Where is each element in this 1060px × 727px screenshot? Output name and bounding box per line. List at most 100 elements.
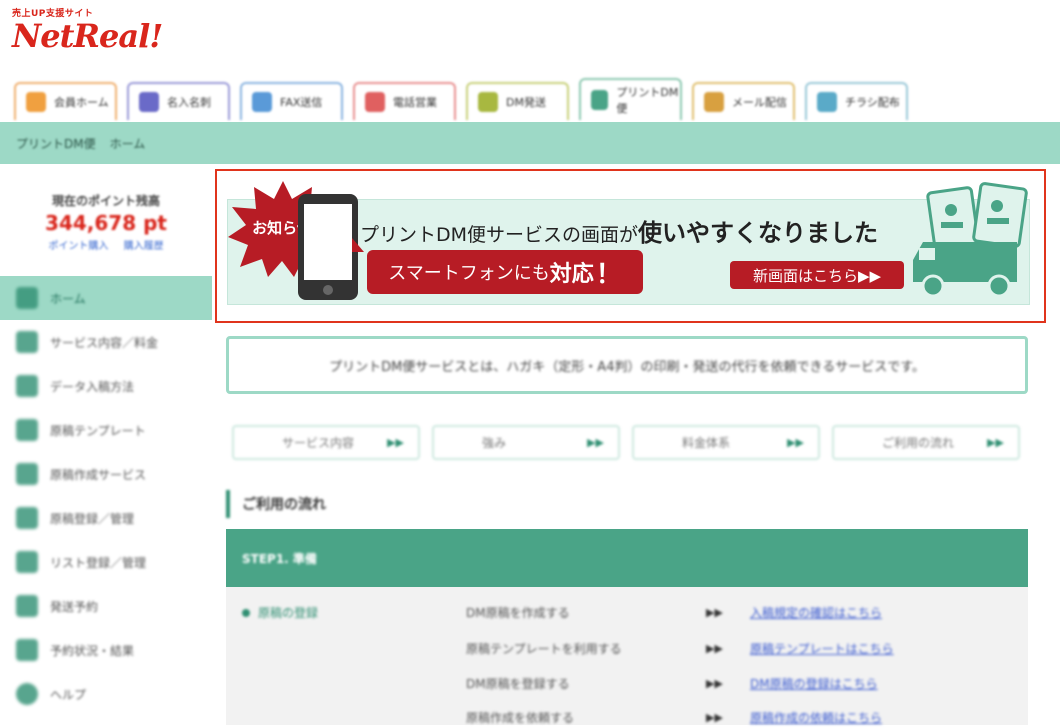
tab-phone-sales[interactable]: 電話営業 (353, 82, 456, 120)
subnav-strength-button[interactable]: 強み ▶▶ (432, 425, 620, 460)
service-tabs: 会員ホーム 名入名刺 FAX送信 電話営業 DM発送 プリントDM便 メール配信… (14, 78, 908, 120)
sub-navigation: サービス内容 ▶▶ 強み ▶▶ 料金体系 ▶▶ ご利用の流れ ▶▶ (232, 425, 1020, 460)
breadcrumb-page: ホーム (109, 136, 146, 151)
service-description: プリントDM便サービスとは、ハガキ（定形・A4判）の印刷・発送の代行を依頼できる… (226, 336, 1028, 394)
step-row: 原稿作成を依頼する ▶▶ 原稿作成の依頼はこちら (466, 707, 1026, 727)
breadcrumb-service[interactable]: プリントDM便 (16, 135, 96, 152)
tab-flyer[interactable]: チラシ配布 (805, 82, 908, 120)
tab-dm-shipping[interactable]: DM発送 (466, 82, 569, 120)
double-arrow-icon: ▶▶ (706, 676, 723, 690)
points-panel: 現在のポイント残高 344,678 pt ポイント購入 購入履歴 (0, 164, 212, 276)
subnav-flow-button[interactable]: ご利用の流れ ▶▶ (832, 425, 1020, 460)
double-arrow-icon: ▶▶ (587, 436, 604, 449)
step-header-label: STEP1. 準備 (242, 551, 317, 566)
tab-label: 会員ホーム (54, 96, 109, 109)
sidebar-item-home[interactable]: ホーム (0, 276, 212, 320)
sidebar-item-label: 原稿作成サービス (50, 467, 147, 482)
upload-icon (16, 507, 38, 529)
double-arrow-icon: ▶▶ (387, 436, 404, 449)
sidebar-item-status[interactable]: 予約状況・結果 (0, 628, 212, 672)
sidebar-item-label: 予約状況・結果 (50, 643, 135, 658)
sidebar-item-label: 原稿登録／管理 (50, 511, 135, 526)
step-row: DM原稿を登録する ▶▶ DM原稿の登録はこちら (466, 673, 1026, 693)
tab-member-home[interactable]: 会員ホーム (14, 82, 117, 120)
banner-headline-text: プリントDM便サービスの画面が (360, 224, 639, 246)
double-arrow-icon: ▶▶ (706, 641, 723, 655)
step-row-link[interactable]: DM原稿の登録はこちら (750, 675, 878, 692)
step-category: 原稿の登録 (242, 604, 318, 621)
sidebar-item-label: ヘルプ (50, 687, 87, 702)
tab-print-dm[interactable]: プリントDM便 (579, 78, 682, 120)
points-label: 現在のポイント残高 (51, 194, 160, 208)
double-arrow-icon: ▶▶ (987, 436, 1004, 449)
mail-icon (478, 92, 498, 112)
phone-icon (365, 92, 385, 112)
tab-label: 名入名刺 (167, 96, 211, 109)
home-icon (26, 92, 46, 112)
tab-mail-delivery[interactable]: メール配信 (692, 82, 795, 120)
banner-headline: プリントDM便サービスの画面が使いやすくなりました (360, 213, 878, 248)
step-row-text: DM原稿を作成する (466, 605, 570, 620)
subnav-label: 強み (482, 436, 507, 450)
smartphone-emphasis: 対応 (549, 262, 594, 287)
tab-fax[interactable]: FAX送信 (240, 82, 343, 120)
site-logo[interactable]: 売上UP支援サイト NetReal! (12, 6, 163, 53)
card-icon (139, 92, 159, 112)
description-text: プリントDM便サービスとは、ハガキ（定形・A4判）の印刷・発送の代行を依頼できる… (329, 359, 925, 375)
smartphone-support-label: スマートフォンにも 対応！ (367, 250, 643, 294)
list-icon (16, 551, 38, 573)
points-buy-link[interactable]: ポイント購入 (48, 241, 108, 252)
sidebar-item-label: サービス内容／料金 (50, 335, 159, 350)
sidebar-item-label: 発送予約 (50, 599, 99, 614)
step-row-text: DM原稿を登録する (466, 676, 570, 691)
truck-icon (913, 182, 1028, 298)
subnav-service-button[interactable]: サービス内容 ▶▶ (232, 425, 420, 460)
sidebar-item-service[interactable]: サービス内容／料金 (0, 320, 212, 364)
sidebar-item-data-upload[interactable]: データ入稿方法 (0, 364, 212, 408)
points-value: 344,678 pt (45, 211, 167, 235)
exclamation: ！ (595, 259, 622, 290)
subnav-label: 料金体系 (682, 436, 731, 450)
home-icon (16, 287, 38, 309)
banner-headline-emphasis: 使いやすくなりました (638, 219, 879, 247)
sidebar-item-template[interactable]: 原稿テンプレート (0, 408, 212, 452)
sidebar-item-reservation[interactable]: 発送予約 (0, 584, 212, 628)
site-header: 売上UP支援サイト NetReal! 会員ホーム 名入名刺 FAX送信 電話営業… (0, 0, 1060, 122)
sidebar-item-list[interactable]: リスト登録／管理 (0, 540, 212, 584)
subnav-label: サービス内容 (282, 436, 355, 450)
sidebar-item-creation[interactable]: 原稿作成サービス (0, 452, 212, 496)
tab-label: チラシ配布 (845, 96, 900, 109)
new-screen-button[interactable]: 新画面はこちら▶▶ (730, 261, 904, 289)
sidebar-item-label: 原稿テンプレート (50, 423, 146, 438)
calendar-icon (16, 595, 38, 617)
tab-label: プリントDM便 (616, 86, 679, 115)
step-category-label: 原稿の登録 (258, 606, 319, 620)
double-arrow-icon: ▶▶ (787, 436, 804, 449)
tab-label: 電話営業 (393, 96, 437, 109)
step-row-link[interactable]: 原稿作成の依頼はこちら (750, 709, 882, 726)
step-row-link[interactable]: 原稿テンプレートはこちら (750, 640, 894, 657)
clipboard-icon (16, 375, 38, 397)
print-icon (591, 90, 609, 110)
sidebar-item-help[interactable]: ヘルプ (0, 672, 212, 716)
double-arrow-icon: ▶▶ (706, 605, 723, 619)
help-icon (16, 683, 38, 705)
sidebar-item-label: リスト登録／管理 (50, 555, 147, 570)
tab-business-card[interactable]: 名入名刺 (127, 82, 230, 120)
step-row-link[interactable]: 入稿規定の確認はこちら (750, 604, 882, 621)
smartphone-text: スマートフォンにも (388, 263, 550, 284)
step-row-text: 原稿テンプレートを利用する (466, 641, 622, 656)
subnav-pricing-button[interactable]: 料金体系 ▶▶ (632, 425, 820, 460)
tab-label: FAX送信 (280, 96, 323, 109)
points-links: ポイント購入 購入履歴 (0, 237, 212, 252)
sidebar: 現在のポイント残高 344,678 pt ポイント購入 購入履歴 ホーム サービ… (0, 164, 212, 725)
tab-label: メール配信 (732, 96, 787, 109)
bullet-icon (242, 608, 250, 617)
sidebar-item-label: ホーム (50, 291, 86, 306)
send-icon (704, 92, 724, 112)
flyer-icon (817, 92, 837, 112)
sidebar-item-manuscript[interactable]: 原稿登録／管理 (0, 496, 212, 540)
points-history-link[interactable]: 購入履歴 (124, 241, 164, 252)
step-row: 原稿テンプレートを利用する ▶▶ 原稿テンプレートはこちら (466, 638, 1026, 658)
step-row-text: 原稿作成を依頼する (466, 710, 575, 725)
